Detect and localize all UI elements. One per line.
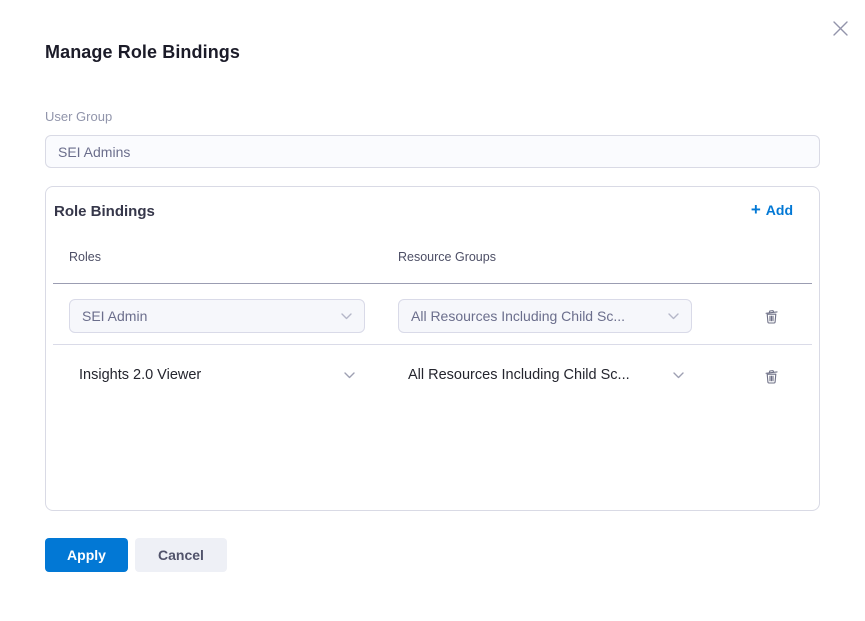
add-role-binding-button[interactable]: + Add (751, 202, 793, 218)
resource-group-dropdown[interactable]: All Resources Including Child Sc... (408, 353, 684, 397)
manage-role-bindings-modal: Manage Role Bindings User Group Role Bin… (0, 0, 865, 621)
role-bindings-title: Role Bindings (54, 203, 155, 220)
resource-group-select-disabled: All Resources Including Child Sc... (398, 299, 692, 333)
chevron-down-icon (341, 313, 352, 320)
trash-icon[interactable] (761, 306, 781, 326)
role-dropdown-value: Insights 2.0 Viewer (79, 367, 201, 383)
chevron-down-icon (344, 372, 355, 379)
column-header-resource-groups: Resource Groups (398, 250, 496, 264)
column-header-roles: Roles (69, 250, 101, 264)
plus-icon: + (751, 203, 761, 217)
chevron-down-icon (668, 313, 679, 320)
role-select-value: SEI Admin (82, 308, 147, 324)
cancel-button[interactable]: Cancel (135, 538, 227, 572)
resource-group-dropdown-value: All Resources Including Child Sc... (408, 367, 630, 383)
role-select-disabled: SEI Admin (69, 299, 365, 333)
apply-button[interactable]: Apply (45, 538, 128, 572)
row-divider (53, 344, 812, 345)
chevron-down-icon (673, 372, 684, 379)
add-button-label: Add (766, 202, 793, 218)
close-icon[interactable] (829, 17, 851, 39)
user-group-label: User Group (45, 109, 112, 124)
header-divider (53, 283, 812, 284)
user-group-input (45, 135, 820, 168)
role-dropdown[interactable]: Insights 2.0 Viewer (79, 353, 355, 397)
role-bindings-card: Role Bindings + Add Roles Resource Group… (45, 186, 820, 511)
trash-icon[interactable] (761, 366, 781, 386)
resource-group-select-value: All Resources Including Child Sc... (411, 308, 625, 324)
page-title: Manage Role Bindings (45, 42, 240, 63)
